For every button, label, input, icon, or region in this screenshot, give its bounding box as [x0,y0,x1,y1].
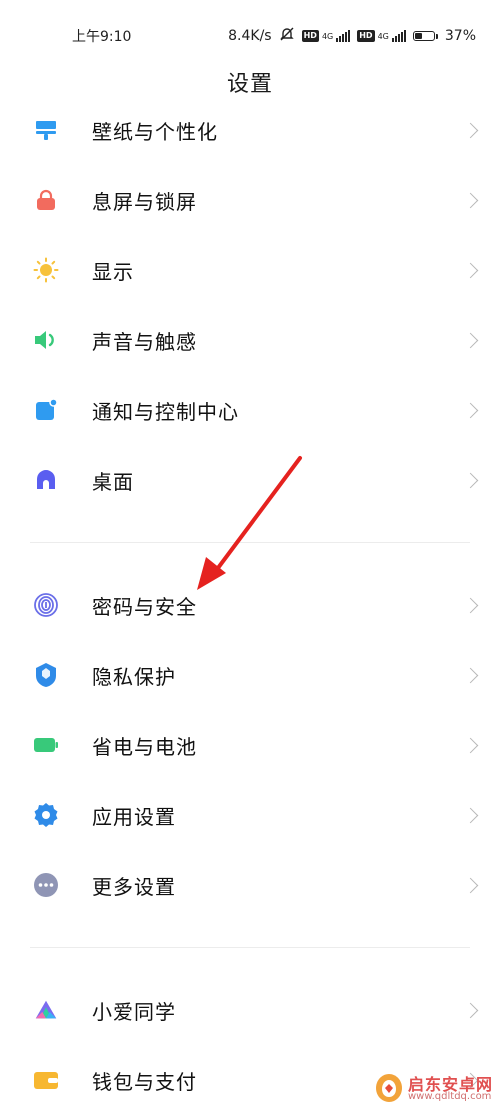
network-speed: 8.4K/s [228,28,272,44]
chevron-right-icon [462,737,479,753]
settings-item[interactable]: 显示 [0,235,500,305]
group-divider [30,947,470,948]
page-title: 设置 [226,72,273,97]
chevron-right-icon [462,667,479,683]
chevron-right-icon [462,402,479,418]
chevron-right-icon [462,472,479,488]
settings-item[interactable]: 小爱同学 [0,975,500,1045]
lock-icon [33,187,59,213]
watermark: 启东安卓网 www.qdltdq.com [370,1068,500,1111]
settings-item[interactable]: 桌面 [0,445,500,515]
mute-bell-icon [279,26,295,46]
settings-item[interactable]: 息屏与锁屏 [0,165,500,235]
settings-item[interactable]: 隐私保护 [0,640,500,710]
settings-item-label: 壁纸与个性化 [92,119,218,144]
settings-item[interactable]: 通知与控制中心 [0,375,500,445]
gear-icon [33,802,59,828]
settings-item-label: 桌面 [92,469,134,494]
settings-item-label: 隐私保护 [92,664,176,689]
watermark-url: www.qdltdq.com [408,1091,492,1102]
settings-item[interactable]: 更多设置 [0,850,500,920]
more-icon [33,872,59,898]
privacy-shield-icon [33,662,59,688]
signal-bars-icon [391,30,406,42]
settings-item[interactable]: 省电与电池 [0,710,500,780]
sim1-signal: HD 4G [301,30,351,42]
network-type: 4G [321,31,334,41]
chevron-right-icon [462,262,479,278]
settings-list: 壁纸与个性化 息屏与锁屏显示声音与触感通知与控制中心 桌面密码与安全隐私保护省电与电… [0,95,500,1115]
battery-percent: 37% [444,28,476,44]
settings-item[interactable]: 应用设置 [0,780,500,850]
wallet-icon [33,1067,59,1093]
settings-item[interactable]: 声音与触感 [0,305,500,375]
chevron-right-icon [462,332,479,348]
battery-icon [33,732,59,758]
wallpaper-icon [33,117,59,143]
status-indicators: 8.4K/s HD 4G HD 4G 37% [228,26,476,46]
sun-icon [33,257,59,283]
signal-bars-icon [336,30,351,42]
chevron-right-icon [462,192,479,208]
status-time: 上午9:10 [72,29,132,45]
status-bar: 上午9:10 8.4K/s HD 4G HD 4G 37% [0,0,500,70]
notification-icon [33,397,59,423]
chevron-right-icon [462,877,479,893]
settings-item-label: 显示 [92,259,134,284]
settings-item-label: 应用设置 [92,804,176,829]
group-divider [30,542,470,543]
settings-item-label: 更多设置 [92,874,176,899]
chevron-right-icon [462,807,479,823]
network-type: 4G [377,31,389,41]
settings-item-label: 钱包与支付 [92,1069,197,1094]
settings-item-label: 声音与触感 [92,329,197,354]
speaker-icon [33,327,59,353]
chevron-right-icon [462,597,479,613]
hd-badge: HD [301,30,319,42]
settings-item-label: 息屏与锁屏 [92,189,197,214]
fingerprint-icon [33,592,59,618]
settings-item-label: 省电与电池 [92,734,197,759]
chevron-right-icon [462,1002,479,1018]
settings-item-label: 密码与安全 [92,594,197,619]
settings-item-label: 通知与控制中心 [92,399,239,424]
settings-item[interactable]: 密码与安全 [0,570,500,640]
battery-icon [412,31,438,41]
sim2-signal: HD 4G [357,30,406,42]
chevron-right-icon [462,122,479,138]
settings-item[interactable]: 壁纸与个性化 [0,95,500,165]
hd-badge: HD [357,30,375,42]
watermark-logo-icon [376,1074,402,1102]
home-icon [33,467,59,493]
xiaoai-icon [33,997,59,1023]
settings-item-label: 小爱同学 [92,999,176,1024]
